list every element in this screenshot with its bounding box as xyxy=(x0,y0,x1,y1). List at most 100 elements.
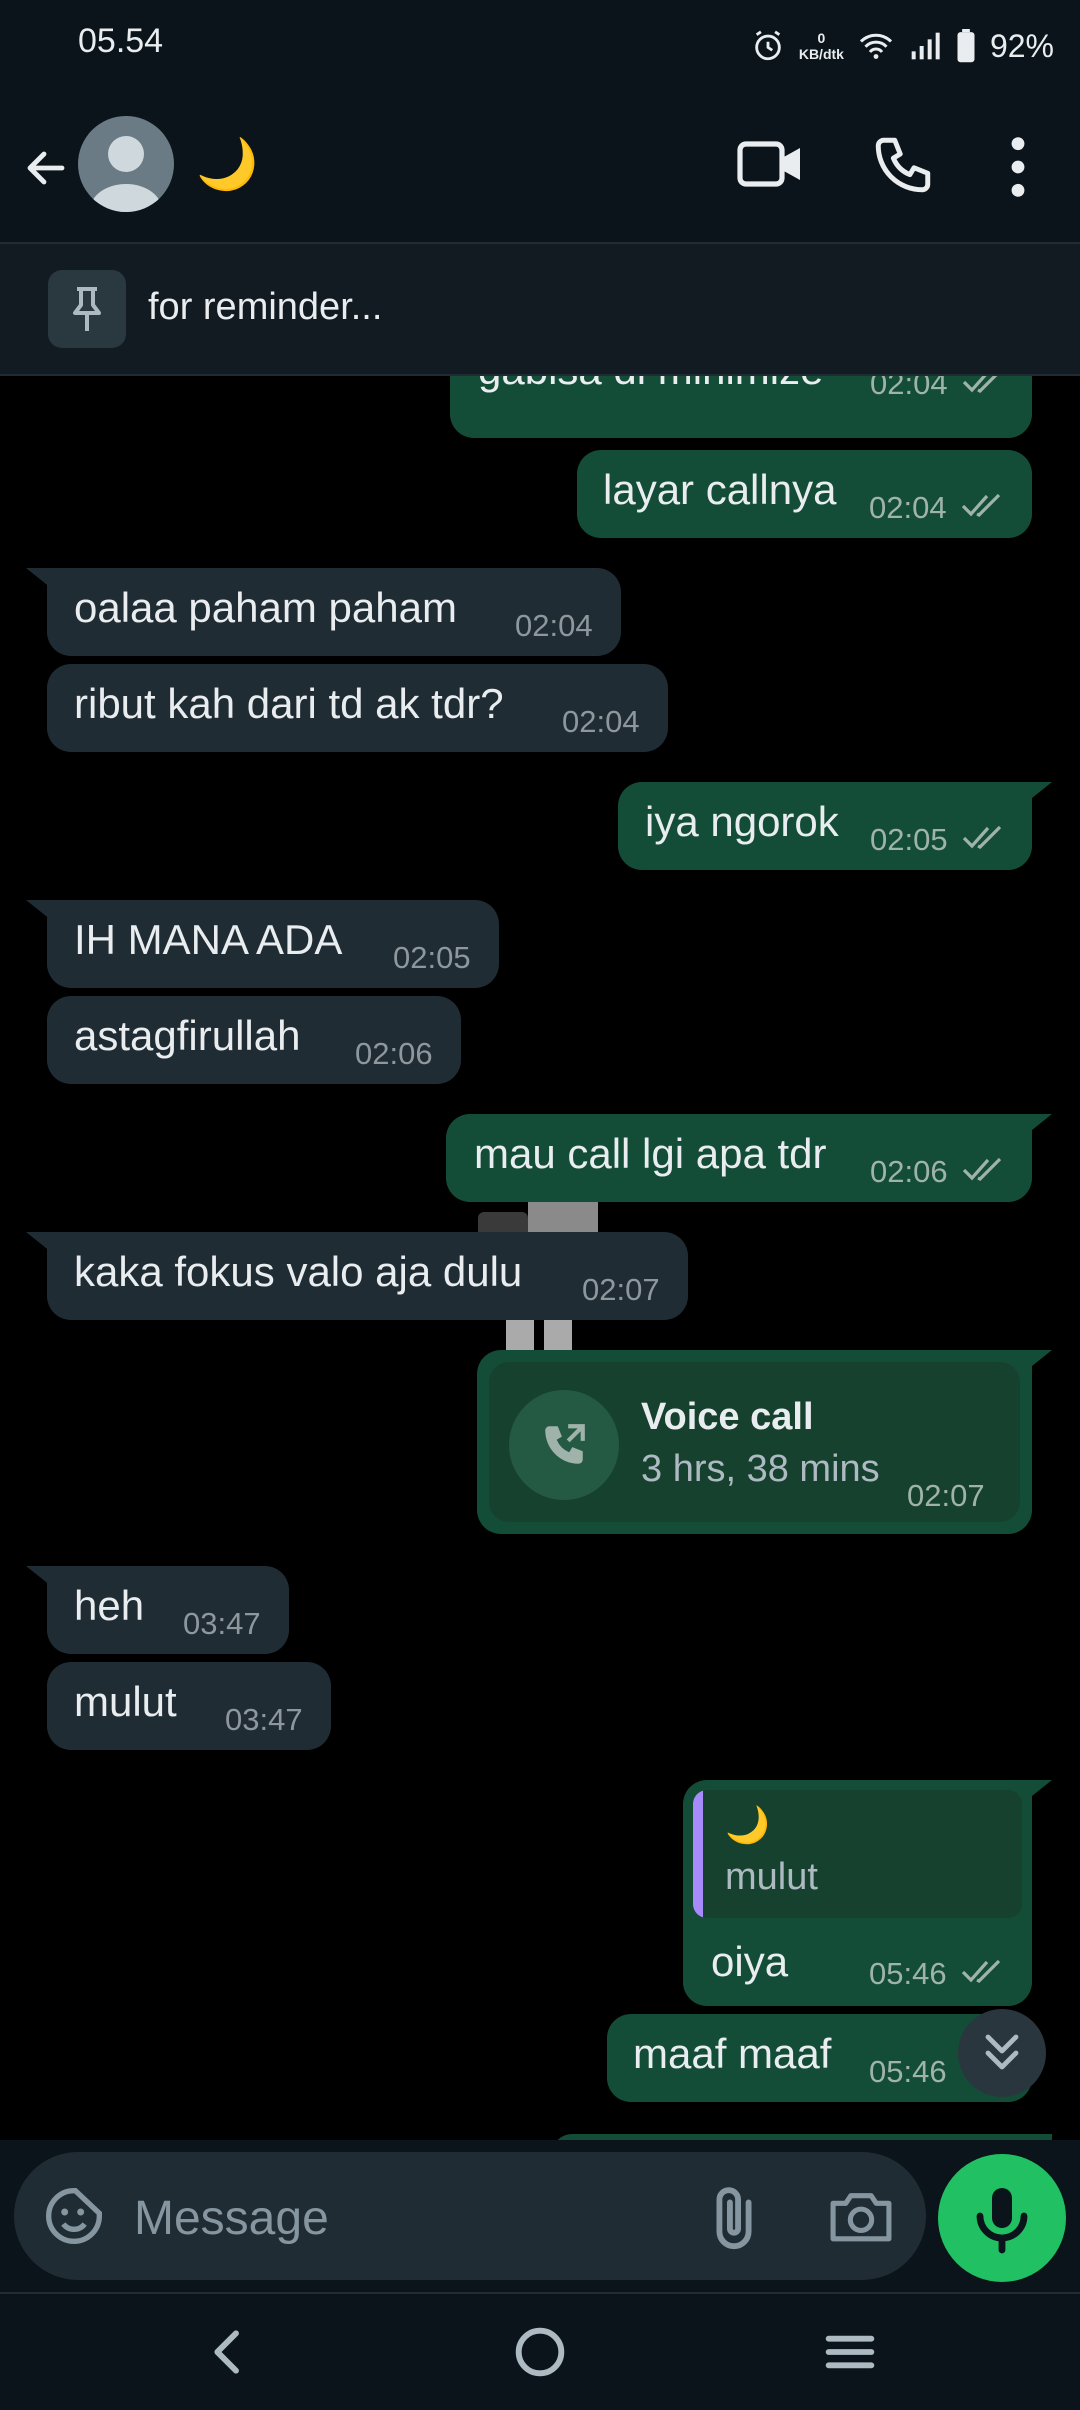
voice-call-button[interactable] xyxy=(870,132,936,198)
message-time: 02:07 xyxy=(907,1478,985,1513)
nav-home-button[interactable] xyxy=(508,2320,572,2384)
avatar[interactable] xyxy=(78,116,174,212)
message-time: 05:46 xyxy=(869,1956,947,1991)
phone-icon xyxy=(875,137,931,193)
message-text: gabisa di minimize xyxy=(478,376,823,394)
message-bubble-incoming[interactable]: kaka fokus valo aja dulu 02:07 xyxy=(47,1232,688,1320)
message-text: IH MANA ADA xyxy=(74,916,343,963)
quoted-message[interactable]: 🌙 mulut xyxy=(693,1790,1022,1918)
call-title: Voice call xyxy=(641,1396,814,1438)
message-text: mulut xyxy=(74,1678,177,1725)
read-ticks-icon xyxy=(962,376,998,393)
message-time: 02:05 xyxy=(393,940,471,975)
message-time: 02:04 xyxy=(870,376,948,401)
more-options-button[interactable] xyxy=(1000,132,1036,202)
message-text: astagfirullah xyxy=(74,1012,301,1059)
message-time: 02:04 xyxy=(562,704,640,739)
message-time: 05:46 xyxy=(869,2054,947,2089)
pinned-message-bar[interactable]: for reminder... xyxy=(0,244,1080,376)
status-time: 05.54 xyxy=(78,22,164,60)
read-ticks-icon xyxy=(962,825,1002,849)
message-text: oalaa paham paham xyxy=(74,584,457,631)
network-speed: 0 KB/dtk xyxy=(799,30,844,62)
message-input-container[interactable] xyxy=(14,2152,926,2280)
message-text: kaka fokus valo aja dulu xyxy=(74,1248,523,1295)
wifi-icon xyxy=(859,33,893,59)
message-text: ribut kah dari td ak tdr? xyxy=(74,680,504,727)
network-speed-value: 0 xyxy=(817,30,826,46)
message-text: iya ngorok xyxy=(645,798,839,845)
message-time: 02:06 xyxy=(870,1154,948,1189)
message-time: 03:47 xyxy=(183,1606,261,1641)
double-chevron-down-icon xyxy=(985,2034,1019,2070)
quote-accent-bar xyxy=(693,1790,703,1918)
scroll-to-bottom-button[interactable] xyxy=(958,2009,1046,2097)
nav-home-icon xyxy=(515,2327,565,2377)
arrow-left-icon xyxy=(27,151,65,185)
message-bubble-incoming[interactable]: oalaa paham paham 02:04 xyxy=(47,568,621,656)
battery-percent: 92% xyxy=(989,27,1054,64)
message-time: 02:04 xyxy=(515,608,593,643)
message-bubble-outgoing[interactable]: iya ngorok 02:05 xyxy=(618,782,1032,870)
default-avatar-icon xyxy=(90,136,162,212)
message-list[interactable]: gabisa di minimize 02:04 layar callnya 0… xyxy=(0,376,1080,2140)
message-bubble-incoming[interactable]: IH MANA ADA 02:05 xyxy=(47,900,499,988)
sticker-button[interactable] xyxy=(42,2184,106,2248)
nav-recents-button[interactable] xyxy=(818,2320,882,2384)
message-time: 02:07 xyxy=(582,1272,660,1307)
camera-icon xyxy=(830,2193,892,2242)
video-call-button[interactable] xyxy=(736,134,806,194)
message-bubble-outgoing[interactable]: mau call lgi apa tdr 02:06 xyxy=(446,1114,1032,1202)
message-time: 02:06 xyxy=(355,1036,433,1071)
message-time: 02:05 xyxy=(870,822,948,857)
nav-back-button[interactable] xyxy=(196,2320,260,2384)
chat-header: 🌙 xyxy=(0,92,1080,244)
nav-back-icon xyxy=(214,2330,239,2374)
outgoing-call-icon xyxy=(545,1424,585,1464)
attach-button[interactable] xyxy=(704,2182,764,2252)
pin-thumbnail xyxy=(48,270,126,348)
message-text: oiya xyxy=(711,1938,789,1985)
reply-message-bubble[interactable]: 🌙 mulut oiya 05:46 xyxy=(683,1780,1032,2006)
paperclip-icon xyxy=(716,2187,752,2250)
message-text: mau call lgi apa tdr xyxy=(474,1130,827,1177)
message-text: heh xyxy=(74,1582,145,1629)
microphone-icon xyxy=(976,2188,1028,2254)
read-ticks-icon xyxy=(962,1157,1002,1181)
compose-bar xyxy=(0,2140,1080,2290)
read-ticks-icon xyxy=(961,493,1001,517)
message-bubble-incoming[interactable]: ribut kah dari td ak tdr? 02:04 xyxy=(47,664,668,752)
contact-name[interactable]: 🌙 xyxy=(196,132,258,196)
status-icons: 0 KB/dtk 92% xyxy=(751,22,1054,70)
message-bubble-incoming[interactable]: mulut 03:47 xyxy=(47,1662,331,1750)
call-log-bubble[interactable]: Voice call 3 hrs, 38 mins 02:07 xyxy=(477,1350,1032,1534)
signal-icon xyxy=(911,32,940,60)
battery-icon xyxy=(957,29,975,63)
call-duration: 3 hrs, 38 mins xyxy=(641,1448,880,1490)
system-navigation-bar xyxy=(0,2292,1080,2410)
message-bubble-outgoing[interactable]: layar callnya 02:04 xyxy=(577,450,1032,538)
sticker-smile-icon xyxy=(46,2188,102,2244)
video-camera-icon xyxy=(737,141,800,187)
back-button[interactable] xyxy=(14,132,78,204)
read-ticks-icon xyxy=(961,1959,1001,1983)
more-vertical-icon xyxy=(1011,137,1025,197)
quoted-author: 🌙 xyxy=(725,1804,770,1845)
network-speed-unit: KB/dtk xyxy=(798,46,844,62)
message-input[interactable] xyxy=(132,2182,696,2254)
message-bubble-incoming[interactable]: heh 03:47 xyxy=(47,1566,289,1654)
message-text: layar callnya xyxy=(603,466,837,513)
pinned-message-text: for reminder... xyxy=(148,286,383,328)
pin-icon xyxy=(73,287,101,331)
quoted-text: mulut xyxy=(725,1856,818,1898)
alarm-icon xyxy=(755,30,781,61)
camera-button[interactable] xyxy=(828,2186,894,2246)
message-bubble-outgoing[interactable]: gabisa di minimize 02:04 xyxy=(450,376,1032,438)
call-icon-circle xyxy=(509,1390,619,1500)
message-text: maaf maaf xyxy=(633,2030,832,2077)
message-time: 03:47 xyxy=(225,1702,303,1737)
voice-message-button[interactable] xyxy=(938,2154,1066,2282)
nav-recents-icon xyxy=(825,2335,875,2369)
message-bubble-incoming[interactable]: astagfirullah 02:06 xyxy=(47,996,461,1084)
call-log-inner: Voice call 3 hrs, 38 mins 02:07 xyxy=(489,1362,1020,1522)
